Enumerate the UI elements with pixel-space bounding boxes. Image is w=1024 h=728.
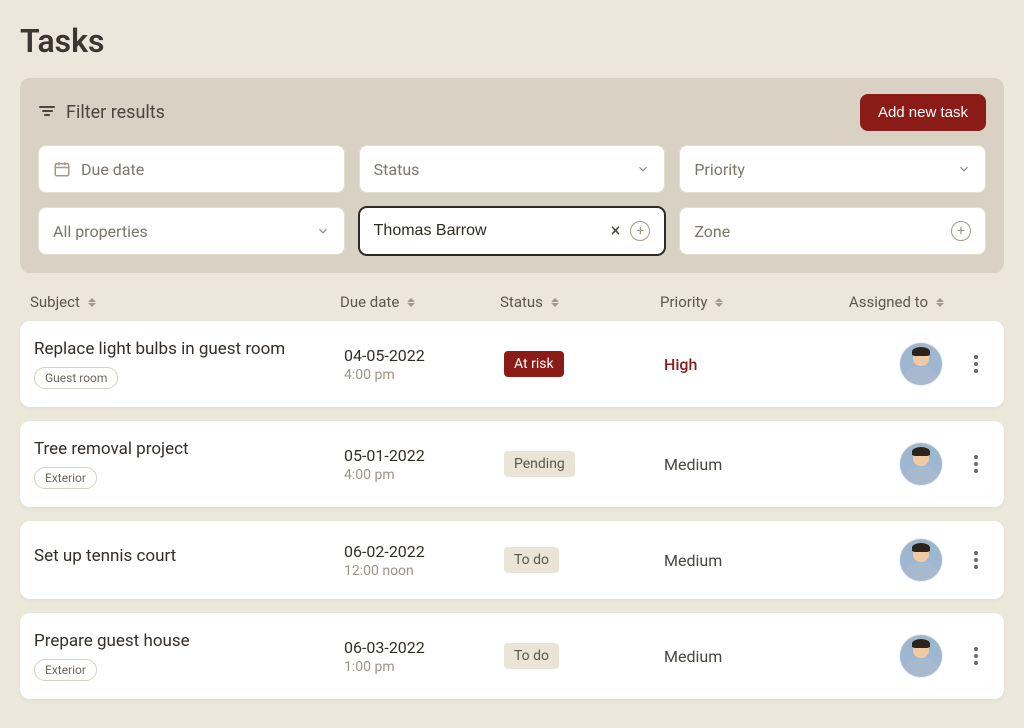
task-subject: Tree removal project [34,439,344,459]
sort-icon [936,298,944,307]
sort-icon [551,298,559,307]
priority-filter-label: Priority [694,160,971,179]
task-subject-cell: Replace light bulbs in guest room Guest r… [34,339,344,389]
row-menu-button[interactable] [972,351,980,377]
task-subject: Prepare guest house [34,631,344,651]
task-due-date: 05-01-2022 [344,446,504,465]
assignee-filter[interactable]: × + [359,207,666,255]
priority-filter[interactable]: Priority [679,145,986,193]
row-menu-button[interactable] [972,547,980,573]
zone-filter-label: Zone [694,222,971,241]
task-priority: Medium [664,455,834,474]
task-subject: Replace light bulbs in guest room [34,339,344,359]
clear-assignee-icon[interactable]: × [611,221,621,242]
chevron-down-icon [636,162,650,176]
col-due-date-label: Due date [340,293,399,311]
task-due-cell: 04-05-2022 4:00 pm [344,346,504,383]
sort-icon [407,298,415,307]
task-due-time: 4:00 pm [344,367,504,383]
task-row[interactable]: Set up tennis court06-02-2022 12:00 noonT… [20,521,1004,599]
task-due-time: 4:00 pm [344,467,504,483]
col-assigned[interactable]: Assigned to [830,293,994,311]
task-subject-cell: Tree removal project Exterior [34,439,344,489]
col-status[interactable]: Status [500,293,660,311]
filter-label: Filter results [66,102,165,123]
calendar-icon [53,160,71,178]
task-subject-cell: Set up tennis court [34,546,344,574]
chevron-down-icon [957,162,971,176]
task-assigned-cell [834,343,990,385]
task-subject: Set up tennis court [34,546,344,566]
task-list: Replace light bulbs in guest room Guest r… [20,321,1004,699]
status-filter[interactable]: Status [359,145,666,193]
assignee-avatar[interactable] [900,343,942,385]
task-status-cell: To do [504,547,664,573]
filter-icon [38,106,56,120]
status-badge: To do [504,547,559,573]
task-due-date: 06-02-2022 [344,542,504,561]
properties-filter-label: All properties [53,222,330,241]
col-priority[interactable]: Priority [660,293,830,311]
task-status-cell: At risk [504,351,664,377]
assignee-avatar[interactable] [900,539,942,581]
task-assigned-cell [834,539,990,581]
task-row[interactable]: Tree removal project Exterior 05-01-2022 4:… [20,421,1004,507]
status-badge: To do [504,643,559,669]
col-subject-label: Subject [30,293,80,311]
task-due-date: 04-05-2022 [344,346,504,365]
assignee-avatar[interactable] [900,443,942,485]
col-status-label: Status [500,293,543,311]
task-status-cell: To do [504,643,664,669]
due-date-filter[interactable]: Due date [38,145,345,193]
filter-bar: Filter results Add new task Due date Sta… [20,78,1004,273]
table-header: Subject Due date Status Priority Assigne… [20,273,1004,321]
task-due-cell: 06-02-2022 12:00 noon [344,542,504,579]
sort-icon [88,298,96,307]
properties-filter[interactable]: All properties [38,207,345,255]
task-status-cell: Pending [504,451,664,477]
assignee-avatar[interactable] [900,635,942,677]
page-title: Tasks [20,22,1004,60]
task-priority: Medium [664,551,834,570]
task-priority: High [664,355,834,374]
col-subject[interactable]: Subject [30,293,340,311]
status-badge: Pending [504,451,575,477]
col-priority-label: Priority [660,293,707,311]
assignee-input[interactable] [374,222,651,240]
task-tag: Exterior [34,467,97,489]
task-row[interactable]: Replace light bulbs in guest room Guest r… [20,321,1004,407]
add-new-task-button[interactable]: Add new task [860,94,986,131]
due-date-filter-label: Due date [81,160,330,179]
col-due-date[interactable]: Due date [340,293,500,311]
task-due-cell: 05-01-2022 4:00 pm [344,446,504,483]
task-due-time: 1:00 pm [344,659,504,675]
task-subject-cell: Prepare guest house Exterior [34,631,344,681]
task-assigned-cell [834,635,990,677]
task-row[interactable]: Prepare guest house Exterior 06-03-2022 1:0… [20,613,1004,699]
chevron-down-icon [316,224,330,238]
col-assigned-label: Assigned to [849,293,928,311]
sort-icon [715,298,723,307]
status-filter-label: Status [374,160,651,179]
task-assigned-cell [834,443,990,485]
task-due-time: 12:00 noon [344,563,504,579]
row-menu-button[interactable] [972,643,980,669]
task-due-date: 06-03-2022 [344,638,504,657]
status-badge: At risk [504,351,564,377]
row-menu-button[interactable] [972,451,980,477]
task-tag: Exterior [34,659,97,681]
add-zone-icon[interactable]: + [951,221,971,241]
zone-filter[interactable]: Zone + [679,207,986,255]
task-due-cell: 06-03-2022 1:00 pm [344,638,504,675]
task-tag: Guest room [34,367,118,389]
task-priority: Medium [664,647,834,666]
add-assignee-icon[interactable]: + [630,221,650,241]
